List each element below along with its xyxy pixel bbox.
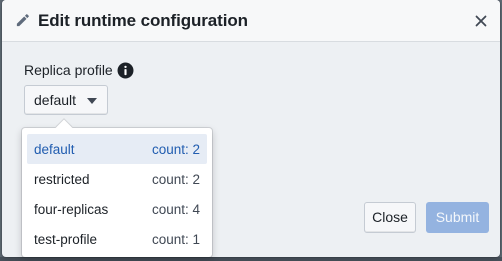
menu-item-count: count: 4 <box>151 202 200 217</box>
caret-down-icon <box>87 98 97 104</box>
replica-profile-label: Replica profile <box>24 62 113 78</box>
menu-item-name: test-profile <box>34 232 98 247</box>
info-icon[interactable] <box>117 62 134 79</box>
replica-profile-dropdown: default count: 2 restricted count: 2 fou… <box>22 119 212 257</box>
menu-item-count: count: 2 <box>151 142 200 157</box>
backdrop-strip <box>0 257 502 261</box>
close-icon[interactable] <box>473 13 489 29</box>
dialog-title: Edit runtime configuration <box>38 11 248 30</box>
pencil-icon <box>16 14 29 27</box>
dialog-header: Edit runtime configuration <box>2 0 500 42</box>
menu-item-default[interactable]: default count: 2 <box>27 134 207 164</box>
submit-button: Submit <box>426 202 489 233</box>
dropdown-menu: default count: 2 restricted count: 2 fou… <box>27 134 207 254</box>
close-button[interactable]: Close <box>364 202 416 233</box>
menu-item-name: restricted <box>34 172 90 187</box>
menu-item-count: count: 2 <box>151 172 200 187</box>
menu-item-four-replicas[interactable]: four-replicas count: 4 <box>27 194 207 224</box>
menu-item-test-profile[interactable]: test-profile count: 1 <box>27 224 207 254</box>
menu-item-restricted[interactable]: restricted count: 2 <box>27 164 207 194</box>
replica-profile-select[interactable]: default <box>24 85 108 115</box>
menu-item-name: four-replicas <box>34 202 109 217</box>
selected-value: default <box>34 92 77 108</box>
menu-item-name: default <box>34 142 75 157</box>
menu-item-count: count: 1 <box>151 232 200 247</box>
